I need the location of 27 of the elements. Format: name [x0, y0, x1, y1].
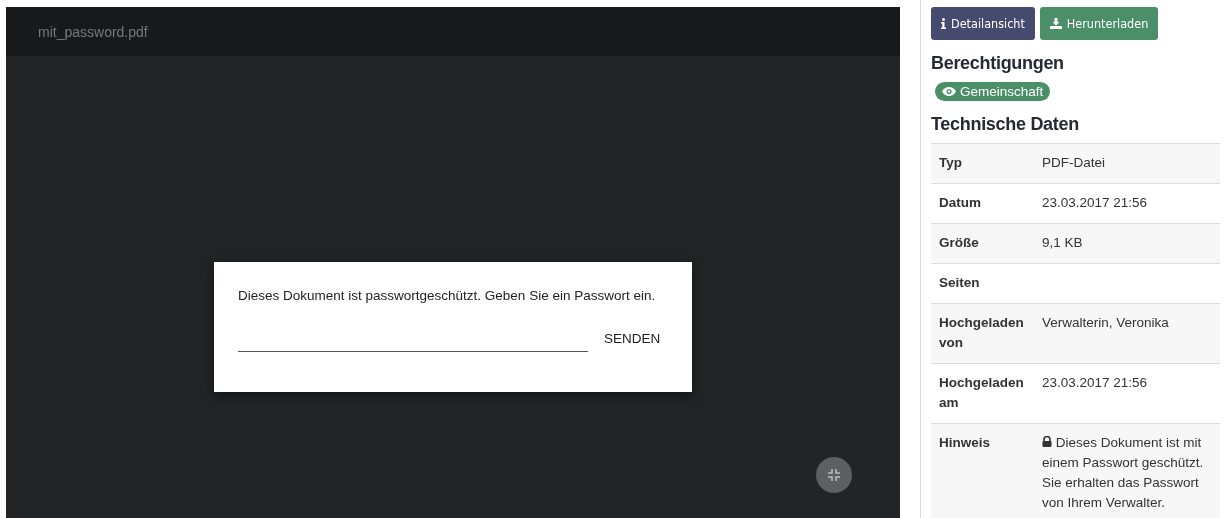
details-button[interactable]: Detailansicht	[931, 7, 1035, 40]
submit-button[interactable]: SENDEN	[600, 325, 665, 352]
exit-fullscreen-button[interactable]	[816, 457, 852, 493]
property-value: PDF-Datei	[1042, 155, 1105, 170]
property-label: Größe	[931, 223, 1034, 264]
property-label: Hochgeladen von	[931, 303, 1034, 364]
property-value: Dieses Dokument ist mit einem Passwort geschützt. Sie erhalten das Passwort von Ihrem Verwalter.	[1042, 434, 1205, 512]
section-heading: Technische Daten	[931, 114, 1080, 135]
property-label: Hochgeladen am	[931, 363, 1034, 424]
lock-icon	[1042, 436, 1052, 447]
info-icon	[941, 18, 946, 29]
download-button[interactable]: Herunterladen	[1039, 7, 1159, 40]
property-value: 23.03.2017 21:56	[1042, 195, 1148, 210]
property-label: Typ	[931, 143, 1034, 184]
collapse-icon	[827, 468, 841, 482]
dialog-message: Dieses Dokument ist passwortgeschützt. Geben Sie ein Passwort ein.	[238, 288, 657, 303]
visibility-badge: Gemeinschaft	[935, 82, 1051, 101]
file-name: mit_password.pdf	[38, 23, 148, 40]
property-value: Verwalterin, Veronika	[1042, 315, 1169, 330]
property-value: 23.03.2017 21:56	[1042, 375, 1148, 390]
property-label: Datum	[931, 183, 1034, 224]
section-heading: Berechtigungen	[931, 53, 1065, 74]
eye-icon	[942, 87, 956, 96]
property-label: Seiten	[931, 263, 1034, 304]
download-icon	[1049, 18, 1062, 29]
property-value: 9,1 KB	[1042, 235, 1083, 250]
property-label: Hinweis	[931, 423, 1034, 518]
